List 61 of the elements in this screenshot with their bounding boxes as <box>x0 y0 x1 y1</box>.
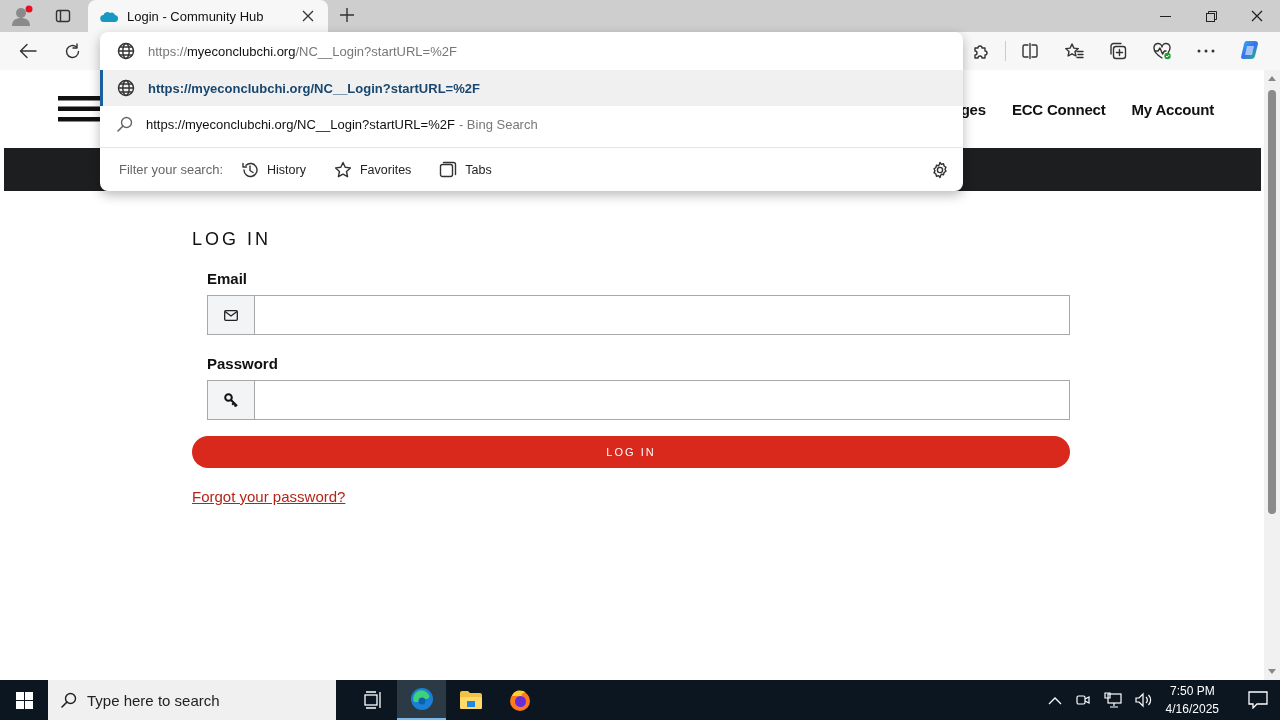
more-icon <box>1197 49 1215 53</box>
globe-icon <box>117 79 135 97</box>
field-label: Password <box>207 355 278 372</box>
firefox-icon <box>507 688 532 712</box>
password-field[interactable] <box>207 380 1070 420</box>
menu-icon <box>58 96 102 122</box>
settings-button[interactable] <box>931 160 949 179</box>
login-heading: LOG IN <box>192 229 271 250</box>
login-button[interactable]: LOG IN <box>192 436 1070 468</box>
clock-time: 7:50 PM <box>1169 683 1215 700</box>
filter-option[interactable]: Favorites <box>333 160 412 179</box>
clock-date: 4/16/2025 <box>1165 701 1219 718</box>
puzzle-icon <box>972 42 990 60</box>
network-button[interactable] <box>1101 692 1124 708</box>
windows-logo-icon <box>15 691 33 709</box>
task-view-icon <box>363 691 382 709</box>
forgot-password-link[interactable]: Forgot your password? <box>192 488 346 505</box>
globe-icon <box>117 42 135 60</box>
mail-icon <box>224 309 238 321</box>
chevron-up-icon <box>1047 695 1062 705</box>
tabs-icon <box>439 160 458 179</box>
edge-icon <box>409 687 434 711</box>
network-icon <box>1103 692 1122 708</box>
new-tab-icon <box>340 8 354 22</box>
split-screen-icon <box>1021 42 1039 60</box>
volume-icon <box>1134 692 1153 708</box>
cloud-icon <box>100 9 118 23</box>
settings-icon <box>931 160 949 179</box>
folder-icon <box>458 690 483 710</box>
search-icon <box>117 116 133 132</box>
back-icon <box>19 43 37 59</box>
close-icon <box>1251 10 1263 22</box>
tab-actions-icon <box>55 8 71 24</box>
new-tab-button[interactable] <box>338 6 356 24</box>
notification-icon <box>1248 691 1268 709</box>
nav-link[interactable]: My Account <box>1131 100 1214 118</box>
email-field[interactable] <box>207 295 1070 335</box>
favorites-icon <box>1064 42 1084 60</box>
field-label: Email <box>207 270 248 287</box>
edge-taskbar-button[interactable] <box>397 680 446 720</box>
nav-link[interactable]: ECC Connect <box>1011 100 1106 118</box>
browser-tab[interactable]: Login - Community Hub <box>88 0 328 32</box>
profile-icon <box>10 5 34 27</box>
camera-icon <box>1074 692 1091 708</box>
suggestion-item[interactable]: https://myeconclubchi.org/NC__Login?startURL=%2F - Bing Search <box>100 106 963 142</box>
search-icon <box>61 692 77 708</box>
restore-icon <box>1205 10 1217 22</box>
history-icon <box>241 160 260 179</box>
refresh-icon <box>63 42 81 60</box>
key-icon <box>224 393 238 407</box>
filter-option[interactable]: History <box>241 160 306 179</box>
filter-option[interactable]: Tabs <box>439 160 492 179</box>
taskbar-search-field[interactable]: Type here to search <box>48 680 336 720</box>
scrollbar[interactable] <box>1264 70 1280 680</box>
star-icon <box>333 160 352 179</box>
collections-icon <box>1109 42 1127 60</box>
close-icon <box>302 10 314 22</box>
suggestion-item[interactable]: https://myeconclubchi.org/NC__Login?startURL=%2F <box>100 70 963 106</box>
heart-pulse-icon <box>1152 42 1172 60</box>
filter-label: Filter your search: <box>119 162 224 177</box>
address-field[interactable]: https://myeconclubchi.org/NC__Login?startURL=%2F <box>148 43 457 59</box>
